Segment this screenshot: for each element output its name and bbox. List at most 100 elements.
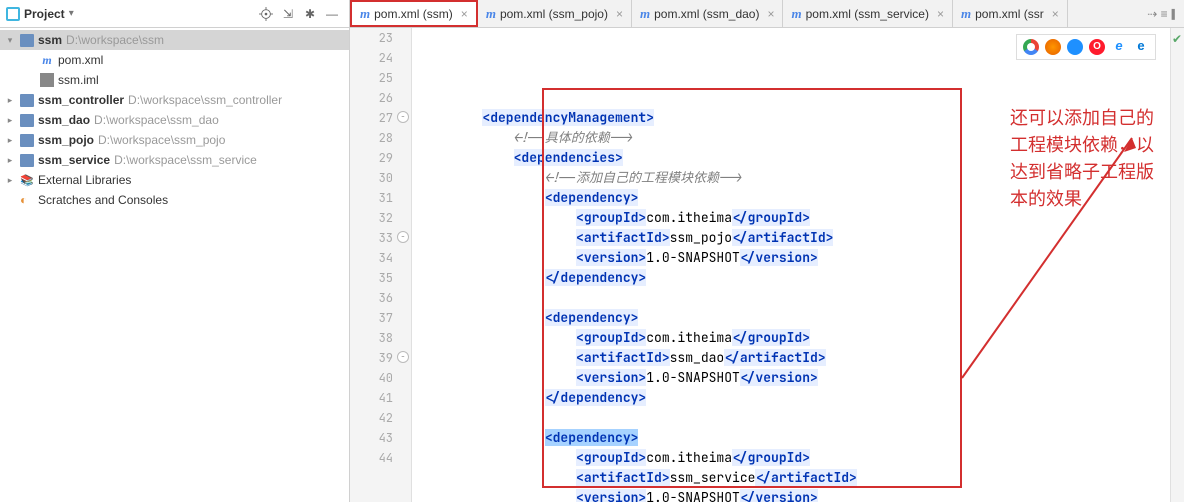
tab-close-icon[interactable]: × — [937, 7, 944, 21]
maven-file-icon: m — [640, 6, 650, 22]
tree-path: D:\workspace\ssm — [66, 33, 164, 47]
hide-icon[interactable]: — — [323, 5, 341, 23]
tree-label: External Libraries — [38, 173, 131, 187]
project-tree[interactable]: ▾ssmD:\workspace\ssm▸mpom.xml▸ssm.iml▸ss… — [0, 28, 349, 502]
tree-label: Scratches and Consoles — [38, 193, 168, 207]
code-line[interactable] — [420, 288, 1170, 308]
tree-arrow-icon[interactable]: ▸ — [4, 175, 16, 186]
tree-row[interactable]: ▸mpom.xml — [0, 50, 349, 70]
fold-icon[interactable]: − — [397, 351, 409, 363]
code-content[interactable]: <dependencyManagement> <!--具体的依赖--> <dep… — [412, 28, 1170, 502]
module-icon — [20, 33, 34, 47]
tabs-overflow[interactable]: ⇢ ≡ ▌ — [1141, 0, 1184, 27]
code-line[interactable]: <dependency> — [420, 308, 1170, 328]
module-icon — [20, 133, 34, 147]
tree-path: D:\workspace\ssm_dao — [94, 113, 219, 127]
sidebar-header: Project ▾ ⇲ ✱ — — [0, 0, 349, 28]
tree-label: ssm_pojo — [38, 133, 94, 147]
tree-arrow-icon[interactable]: ▸ — [4, 135, 16, 146]
module-icon — [20, 153, 34, 167]
code-line[interactable] — [420, 408, 1170, 428]
firefox-icon[interactable] — [1045, 39, 1061, 55]
annotation-text: 还可以添加自己的 工程模块依赖，以 达到省略子工程版 本的效果 — [1010, 105, 1154, 213]
tree-arrow-icon[interactable]: ▸ — [4, 155, 16, 166]
editor-area: m pom.xml (ssm) × m pom.xml (ssm_pojo) × m pom.… — [350, 0, 1184, 502]
tree-path: D:\workspace\ssm_controller — [128, 93, 282, 107]
tab-label: pom.xml (ssr — [975, 7, 1044, 21]
maven-file-icon: m — [360, 6, 370, 22]
ie-icon[interactable]: e — [1111, 39, 1127, 55]
maven-file-icon: m — [486, 6, 496, 22]
tree-label: ssm — [38, 33, 62, 47]
code-line[interactable]: <dependency> — [420, 428, 1170, 448]
tab-label: pom.xml (ssm) — [374, 7, 453, 21]
tree-path: D:\workspace\ssm_pojo — [98, 133, 225, 147]
code-line[interactable]: <artifactId>ssm_pojo</artifactId> — [420, 228, 1170, 248]
tree-row[interactable]: ▸ ssm_pojo D:\workspace\ssm_pojo — [0, 130, 349, 150]
tree-path: D:\workspace\ssm_service — [114, 153, 257, 167]
tree-row[interactable]: ▸Scratches and Consoles — [0, 190, 349, 210]
chrome-icon[interactable] — [1023, 39, 1039, 55]
code-line[interactable]: </dependency> — [420, 268, 1170, 288]
gear-icon[interactable]: ✱ — [301, 5, 319, 23]
editor-tab[interactable]: m pom.xml (ssr × — [953, 0, 1068, 27]
chevron-down-icon[interactable]: ▾ — [69, 8, 74, 19]
error-stripe: ✔ — [1170, 28, 1184, 502]
tree-row[interactable]: ▾ ssm D:\workspace\ssm — [0, 30, 349, 50]
tree-label: ssm.iml — [58, 73, 99, 87]
code-line[interactable]: <version>1.0-SNAPSHOT</version> — [420, 248, 1170, 268]
tree-arrow-icon[interactable]: ▸ — [4, 95, 16, 106]
tree-row[interactable]: ▸ssm.iml — [0, 70, 349, 90]
expand-all-icon[interactable]: ⇲ — [279, 5, 297, 23]
tree-label: ssm_service — [38, 153, 110, 167]
tree-label: ssm_dao — [38, 113, 90, 127]
module-icon — [20, 93, 34, 107]
browser-icons-panel: O e e — [1016, 34, 1156, 60]
scratches-icon — [20, 193, 34, 207]
edge-icon[interactable]: e — [1133, 39, 1149, 55]
editor-body[interactable]: 2324252627−282930313233−343536373839−404… — [350, 28, 1184, 502]
locate-icon[interactable] — [257, 5, 275, 23]
maven-file-icon: m — [791, 6, 801, 22]
tab-close-icon[interactable]: × — [461, 7, 468, 21]
tree-arrow-icon[interactable]: ▾ — [4, 35, 16, 46]
tree-arrow-icon[interactable]: ▸ — [4, 115, 16, 126]
line-gutter: 2324252627−282930313233−343536373839−404… — [350, 28, 412, 502]
tree-row[interactable]: ▸ ssm_dao D:\workspace\ssm_dao — [0, 110, 349, 130]
tab-close-icon[interactable]: × — [1052, 7, 1059, 21]
tab-label: pom.xml (ssm_dao) — [654, 7, 759, 21]
fold-icon[interactable]: − — [397, 111, 409, 123]
editor-tab[interactable]: m pom.xml (ssm_service) × — [783, 0, 953, 27]
tab-close-icon[interactable]: × — [616, 7, 623, 21]
inspection-ok-icon: ✔ — [1172, 32, 1182, 46]
code-line[interactable]: <version>1.0-SNAPSHOT</version> — [420, 488, 1170, 502]
tab-close-icon[interactable]: × — [767, 7, 774, 21]
code-line[interactable]: <artifactId>ssm_dao</artifactId> — [420, 348, 1170, 368]
opera-icon[interactable]: O — [1089, 39, 1105, 55]
tree-row[interactable]: ▸ ssm_controller D:\workspace\ssm_controll… — [0, 90, 349, 110]
tree-row[interactable]: ▸ ssm_service D:\workspace\ssm_service — [0, 150, 349, 170]
tab-label: pom.xml (ssm_service) — [806, 7, 929, 21]
tree-label: ssm_controller — [38, 93, 124, 107]
iml-file-icon — [40, 73, 54, 87]
maven-file-icon: m — [40, 53, 54, 67]
safari-icon[interactable] — [1067, 39, 1083, 55]
code-line[interactable]: <groupId>com.itheima</groupId> — [420, 328, 1170, 348]
code-line[interactable]: <version>1.0-SNAPSHOT</version> — [420, 368, 1170, 388]
editor-tab[interactable]: m pom.xml (ssm_pojo) × — [478, 0, 632, 27]
library-icon — [20, 173, 34, 187]
tree-row[interactable]: ▸ External Libraries — [0, 170, 349, 190]
code-line[interactable]: <artifactId>ssm_service</artifactId> — [420, 468, 1170, 488]
code-line[interactable]: </dependency> — [420, 388, 1170, 408]
tree-label: pom.xml — [58, 53, 103, 67]
code-line[interactable]: <groupId>com.itheima</groupId> — [420, 448, 1170, 468]
maven-file-icon: m — [961, 6, 971, 22]
editor-tab[interactable]: m pom.xml (ssm) × — [350, 0, 478, 27]
tab-label: pom.xml (ssm_pojo) — [500, 7, 608, 21]
module-icon — [20, 113, 34, 127]
editor-tabs: m pom.xml (ssm) × m pom.xml (ssm_pojo) × m pom.… — [350, 0, 1184, 28]
project-icon — [6, 7, 20, 21]
editor-tab[interactable]: m pom.xml (ssm_dao) × — [632, 0, 784, 27]
fold-icon[interactable]: − — [397, 231, 409, 243]
sidebar-title[interactable]: Project — [24, 7, 65, 21]
